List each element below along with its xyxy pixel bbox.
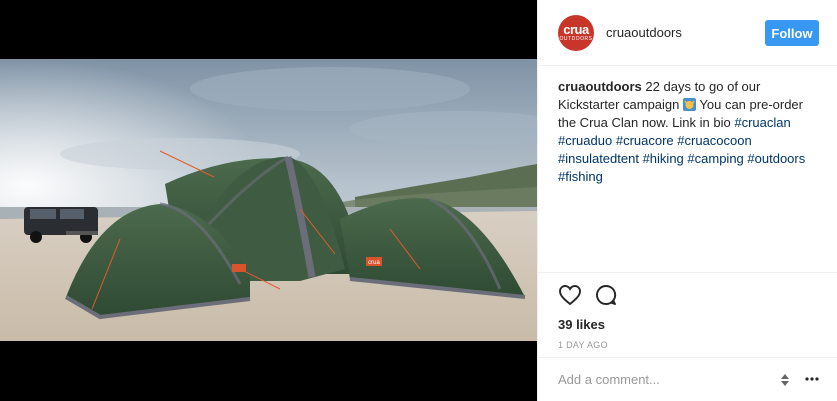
hashtag-link[interactable]: #cruacocoon — [677, 133, 751, 148]
hashtag-link[interactable]: #camping — [687, 151, 743, 166]
hashtag-link[interactable]: #cruacore — [616, 133, 674, 148]
post-timestamp[interactable]: 1 DAY AGO — [558, 340, 837, 350]
emoji-icon — [683, 98, 697, 111]
comment-bubble-icon[interactable] — [594, 283, 618, 307]
instagram-post-modal: crua crua OUTDOORS cruaoutdoors Follow c… — [0, 0, 837, 401]
post-actions: 39 likes 1 DAY AGO — [538, 272, 837, 350]
hashtag-link[interactable]: #outdoors — [747, 151, 805, 166]
up-down-arrows-icon[interactable] — [780, 372, 790, 388]
caption-username-link[interactable]: cruaoutdoors — [558, 79, 642, 94]
hashtag-link[interactable]: #fishing — [558, 169, 603, 184]
post-media: crua — [0, 0, 537, 401]
tent-brand-label: crua — [368, 260, 380, 266]
avatar-logo-text: crua — [563, 21, 589, 37]
post-photo[interactable]: crua — [0, 59, 537, 341]
hashtag-link[interactable]: #hiking — [643, 151, 684, 166]
post-caption: cruaoutdoors 22 days to go of our Kickst… — [558, 78, 824, 186]
comment-box — [538, 357, 837, 401]
ellipsis-icon[interactable] — [804, 371, 820, 387]
heart-icon[interactable] — [558, 283, 582, 307]
post-header: crua OUTDOORS cruaoutdoors Follow — [538, 0, 837, 66]
avatar[interactable]: crua OUTDOORS — [558, 14, 594, 51]
likes-count[interactable]: 39 likes — [558, 317, 837, 332]
hashtag-link[interactable]: #insulatedtent — [558, 151, 639, 166]
username-link[interactable]: cruaoutdoors — [606, 25, 682, 40]
comment-input[interactable] — [558, 372, 758, 387]
follow-button[interactable]: Follow — [765, 20, 819, 46]
avatar-logo-subtext: OUTDOORS — [559, 35, 593, 42]
hashtag-link[interactable]: #cruaduo — [558, 133, 612, 148]
hashtag-link[interactable]: #cruaclan — [734, 115, 790, 130]
post-side-panel: crua OUTDOORS cruaoutdoors Follow cruaou… — [537, 0, 837, 401]
action-icons — [558, 273, 837, 317]
